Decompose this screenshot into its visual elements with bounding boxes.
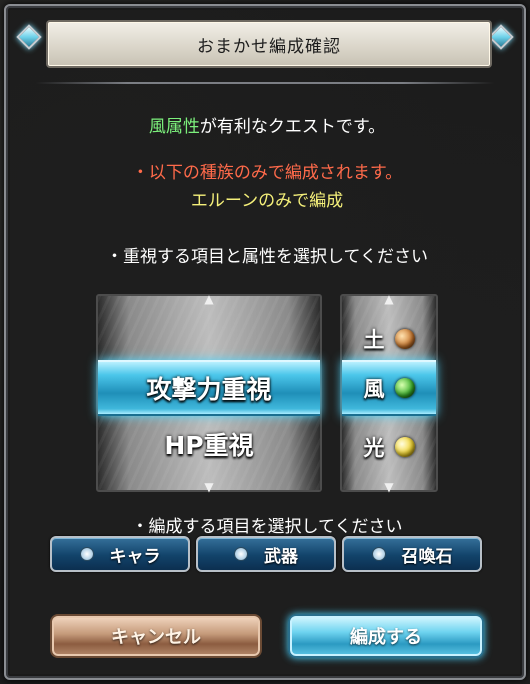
focus-instruction: ・重視する項目と属性を選択してください (106, 247, 428, 267)
element-selected-option[interactable]: 風 (342, 360, 436, 416)
wind-orb-icon (394, 378, 415, 398)
element-down-arrow-icon[interactable]: ▼ (342, 480, 436, 494)
corner-gem-right (488, 24, 514, 50)
element-up-arrow-icon[interactable]: ▲ (342, 292, 436, 306)
radio-icon (234, 547, 248, 561)
light-orb-icon (394, 437, 415, 457)
items-instruction: ・編成する項目を選択してください (131, 517, 403, 537)
earth-orb-icon (394, 329, 415, 349)
quest-advantage-suffix: が有利なクエストです。 (199, 117, 386, 137)
corner-gem-left (16, 24, 42, 50)
dialog-title: おまかせ編成確認 (46, 20, 492, 68)
focus-next-option[interactable]: HP重視 (98, 424, 320, 464)
focus-selected-option[interactable]: 攻撃力重視 (98, 360, 320, 416)
type-button-weapon[interactable]: 武器 (196, 536, 336, 572)
type-button-label: 武器 (264, 546, 298, 567)
focus-down-arrow-icon[interactable]: ▼ (98, 480, 320, 494)
focus-picker[interactable]: ▲ 攻撃力重視 HP重視 ▼ (96, 292, 322, 494)
auto-party-dialog: おまかせ編成確認 風属性が有利なクエストです。 ・以下の種族のみで編成されます。… (4, 4, 526, 680)
element-picker[interactable]: ▲ 土 風 光 ▼ (340, 292, 438, 494)
element-next-option[interactable]: 光 (342, 432, 436, 462)
radio-icon (371, 547, 386, 561)
radio-icon (79, 547, 94, 561)
element-name: 風属性 (148, 117, 200, 137)
cancel-button[interactable]: キャンセル (50, 614, 262, 658)
focus-up-arrow-icon[interactable]: ▲ (98, 292, 320, 306)
element-selected-label: 風 (363, 377, 385, 401)
element-prev-option[interactable]: 土 (342, 324, 436, 354)
element-prev-label: 土 (363, 328, 385, 352)
title-divider (36, 82, 494, 84)
type-button-label: キャラ (109, 546, 161, 567)
quest-advantage-text: 風属性が有利なクエストです。 (6, 112, 528, 137)
type-button-summon[interactable]: 召喚石 (342, 536, 482, 572)
confirm-button[interactable]: 編成する (288, 614, 484, 658)
type-button-character[interactable]: キャラ (50, 536, 190, 572)
race-text: エルーンのみで編成 (190, 191, 344, 211)
element-next-label: 光 (363, 436, 385, 460)
type-button-label: 召喚石 (401, 546, 453, 567)
restriction-text: ・以下の種族のみで編成されます。 (131, 163, 403, 183)
